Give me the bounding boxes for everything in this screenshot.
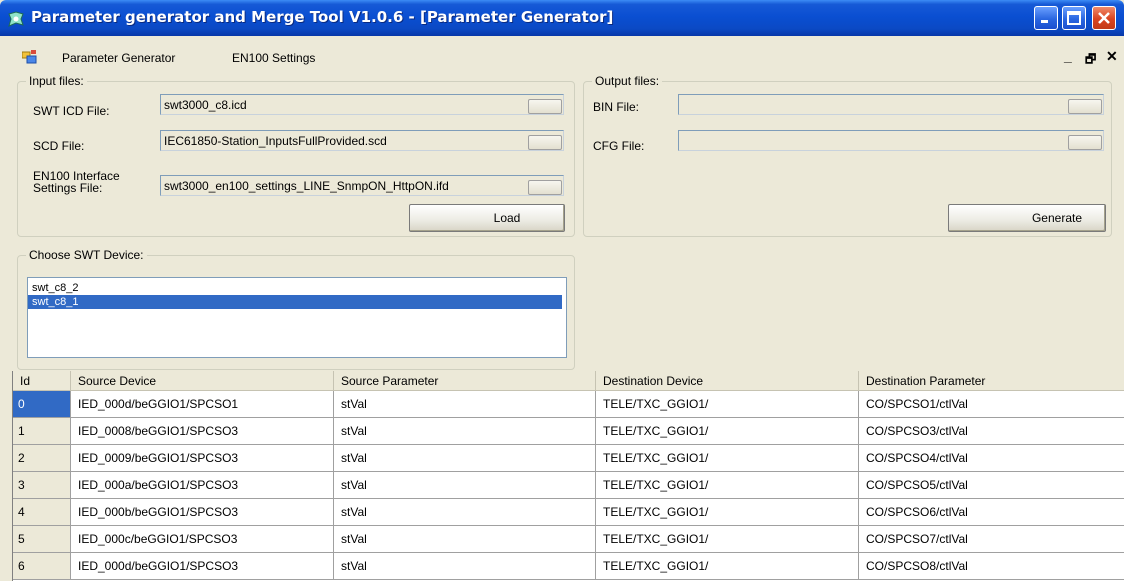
menu-parameter-generator[interactable]: Parameter Generator: [62, 51, 175, 65]
en100-settings-field[interactable]: swt3000_en100_settings_LINE_SnmpON_HttpO…: [160, 175, 564, 196]
table-row[interactable]: 1 IED_0008/beGGIO1/SPCSO3 stVal TELE/TXC_GG…: [13, 418, 1124, 445]
table-row[interactable]: 5 IED_000c/beGGIO1/SPCSO3 stVal TELE/TXC_GG…: [13, 526, 1124, 553]
cell-destination-parameter[interactable]: CO/SPCSO4/ctlVal: [859, 445, 1124, 472]
minimize-button[interactable]: [1034, 6, 1058, 30]
cell-destination-device[interactable]: TELE/TXC_GGIO1/: [596, 391, 859, 418]
mdi-close-button[interactable]: ✕: [1106, 48, 1118, 65]
scd-field[interactable]: IEC61850-Station_InputsFullProvided.scd: [160, 130, 564, 151]
swt-icd-browse-button[interactable]: [528, 99, 562, 114]
menu-bar: Parameter Generator EN100 Settings _ 🗗 ✕: [0, 44, 1124, 70]
cell-id[interactable]: 6: [13, 553, 71, 580]
column-header-destination-parameter[interactable]: Destination Parameter: [859, 371, 1124, 391]
load-button[interactable]: Load: [409, 204, 565, 232]
cell-source-device[interactable]: IED_000d/beGGIO1/SPCSO3: [71, 553, 334, 580]
cell-destination-device[interactable]: TELE/TXC_GGIO1/: [596, 499, 859, 526]
grid-header: Id Source Device Source Parameter Destin…: [13, 371, 1124, 391]
mdi-minimize-button[interactable]: _: [1064, 48, 1072, 64]
bin-file-label: BIN File:: [593, 100, 640, 114]
cell-destination-parameter[interactable]: CO/SPCSO3/ctlVal: [859, 418, 1124, 445]
cell-destination-device[interactable]: TELE/TXC_GGIO1/: [596, 526, 859, 553]
bin-browse-button[interactable]: [1068, 99, 1102, 114]
table-row[interactable]: 6 IED_000d/beGGIO1/SPCSO3 stVal TELE/TXC_GG…: [13, 553, 1124, 580]
title-bar[interactable]: Parameter generator and Merge Tool V1.0.…: [0, 0, 1124, 36]
scd-label: SCD File:: [33, 139, 85, 153]
restore-button[interactable]: [1062, 6, 1086, 30]
cell-id[interactable]: 5: [13, 526, 71, 553]
cell-destination-parameter[interactable]: CO/SPCSO1/ctlVal: [859, 391, 1124, 418]
cfg-file-label: CFG File:: [593, 139, 645, 153]
cell-source-device[interactable]: IED_0009/beGGIO1/SPCSO3: [71, 445, 334, 472]
window-title: Parameter generator and Merge Tool V1.0.…: [31, 8, 614, 26]
cell-destination-device[interactable]: TELE/TXC_GGIO1/: [596, 418, 859, 445]
cell-source-device[interactable]: IED_000c/beGGIO1/SPCSO3: [71, 526, 334, 553]
device-list-item[interactable]: swt_c8_2: [28, 281, 562, 295]
column-header-source-parameter[interactable]: Source Parameter: [334, 371, 596, 391]
cell-destination-device[interactable]: TELE/TXC_GGIO1/: [596, 472, 859, 499]
cell-source-parameter[interactable]: stVal: [334, 499, 596, 526]
minimize-icon: [1041, 20, 1048, 23]
table-row[interactable]: 4 IED_000b/beGGIO1/SPCSO3 stVal TELE/TXC_GG…: [13, 499, 1124, 526]
cell-destination-parameter[interactable]: CO/SPCSO7/ctlVal: [859, 526, 1124, 553]
generate-button[interactable]: Generate: [948, 204, 1106, 232]
cell-id[interactable]: 2: [13, 445, 71, 472]
device-list-item-selected[interactable]: swt_c8_1: [28, 295, 562, 309]
choose-device-label: Choose SWT Device:: [26, 248, 147, 262]
swt-icd-label: SWT ICD File:: [33, 104, 110, 118]
cell-source-device[interactable]: IED_000b/beGGIO1/SPCSO3: [71, 499, 334, 526]
app-icon: [8, 11, 24, 27]
table-row[interactable]: 3 IED_000a/beGGIO1/SPCSO3 stVal TELE/TXC_GG…: [13, 472, 1124, 499]
en100-label-line2: Settings File:: [33, 181, 103, 195]
close-icon: [1098, 12, 1110, 24]
cell-source-device[interactable]: IED_0008/beGGIO1/SPCSO3: [71, 418, 334, 445]
cell-destination-parameter[interactable]: CO/SPCSO6/ctlVal: [859, 499, 1124, 526]
cell-source-device[interactable]: IED_000a/beGGIO1/SPCSO3: [71, 472, 334, 499]
cfg-file-field[interactable]: [678, 130, 1104, 151]
close-button[interactable]: [1092, 6, 1116, 30]
scd-browse-button[interactable]: [528, 135, 562, 150]
parameter-grid: Id Source Device Source Parameter Destin…: [12, 371, 1124, 581]
cell-id[interactable]: 3: [13, 472, 71, 499]
table-row[interactable]: 0 IED_000d/beGGIO1/SPCSO1 stVal TELE/TXC_GG…: [13, 391, 1124, 418]
cell-source-parameter[interactable]: stVal: [334, 445, 596, 472]
cell-source-parameter[interactable]: stVal: [334, 418, 596, 445]
cell-source-parameter[interactable]: stVal: [334, 526, 596, 553]
output-files-label: Output files:: [592, 74, 663, 88]
en100-browse-button[interactable]: [528, 180, 562, 195]
cell-id[interactable]: 1: [13, 418, 71, 445]
cell-destination-device[interactable]: TELE/TXC_GGIO1/: [596, 553, 859, 580]
cell-source-parameter[interactable]: stVal: [334, 472, 596, 499]
device-listbox[interactable]: swt_c8_2 swt_c8_1: [27, 277, 567, 358]
bin-file-field[interactable]: [678, 94, 1104, 115]
menu-en100-settings[interactable]: EN100 Settings: [232, 51, 315, 65]
column-header-id[interactable]: Id: [13, 371, 71, 391]
input-files-label: Input files:: [26, 74, 87, 88]
cell-destination-parameter[interactable]: CO/SPCSO5/ctlVal: [859, 472, 1124, 499]
menu-app-icon[interactable]: [22, 50, 38, 64]
cell-id[interactable]: 0: [13, 391, 71, 418]
cell-source-parameter[interactable]: stVal: [334, 391, 596, 418]
swt-icd-field[interactable]: swt3000_c8.icd: [160, 94, 564, 115]
restore-icon: [1067, 11, 1081, 25]
cell-destination-device[interactable]: TELE/TXC_GGIO1/: [596, 445, 859, 472]
column-header-source-device[interactable]: Source Device: [71, 371, 334, 391]
app-window: Parameter generator and Merge Tool V1.0.…: [0, 0, 1124, 581]
table-row[interactable]: 2 IED_0009/beGGIO1/SPCSO3 stVal TELE/TXC_GG…: [13, 445, 1124, 472]
cell-id[interactable]: 4: [13, 499, 71, 526]
cell-destination-parameter[interactable]: CO/SPCSO8/ctlVal: [859, 553, 1124, 580]
mdi-restore-button[interactable]: 🗗: [1085, 50, 1096, 71]
cell-source-device[interactable]: IED_000d/beGGIO1/SPCSO1: [71, 391, 334, 418]
cell-source-parameter[interactable]: stVal: [334, 553, 596, 580]
cfg-browse-button[interactable]: [1068, 135, 1102, 150]
column-header-destination-device[interactable]: Destination Device: [596, 371, 859, 391]
